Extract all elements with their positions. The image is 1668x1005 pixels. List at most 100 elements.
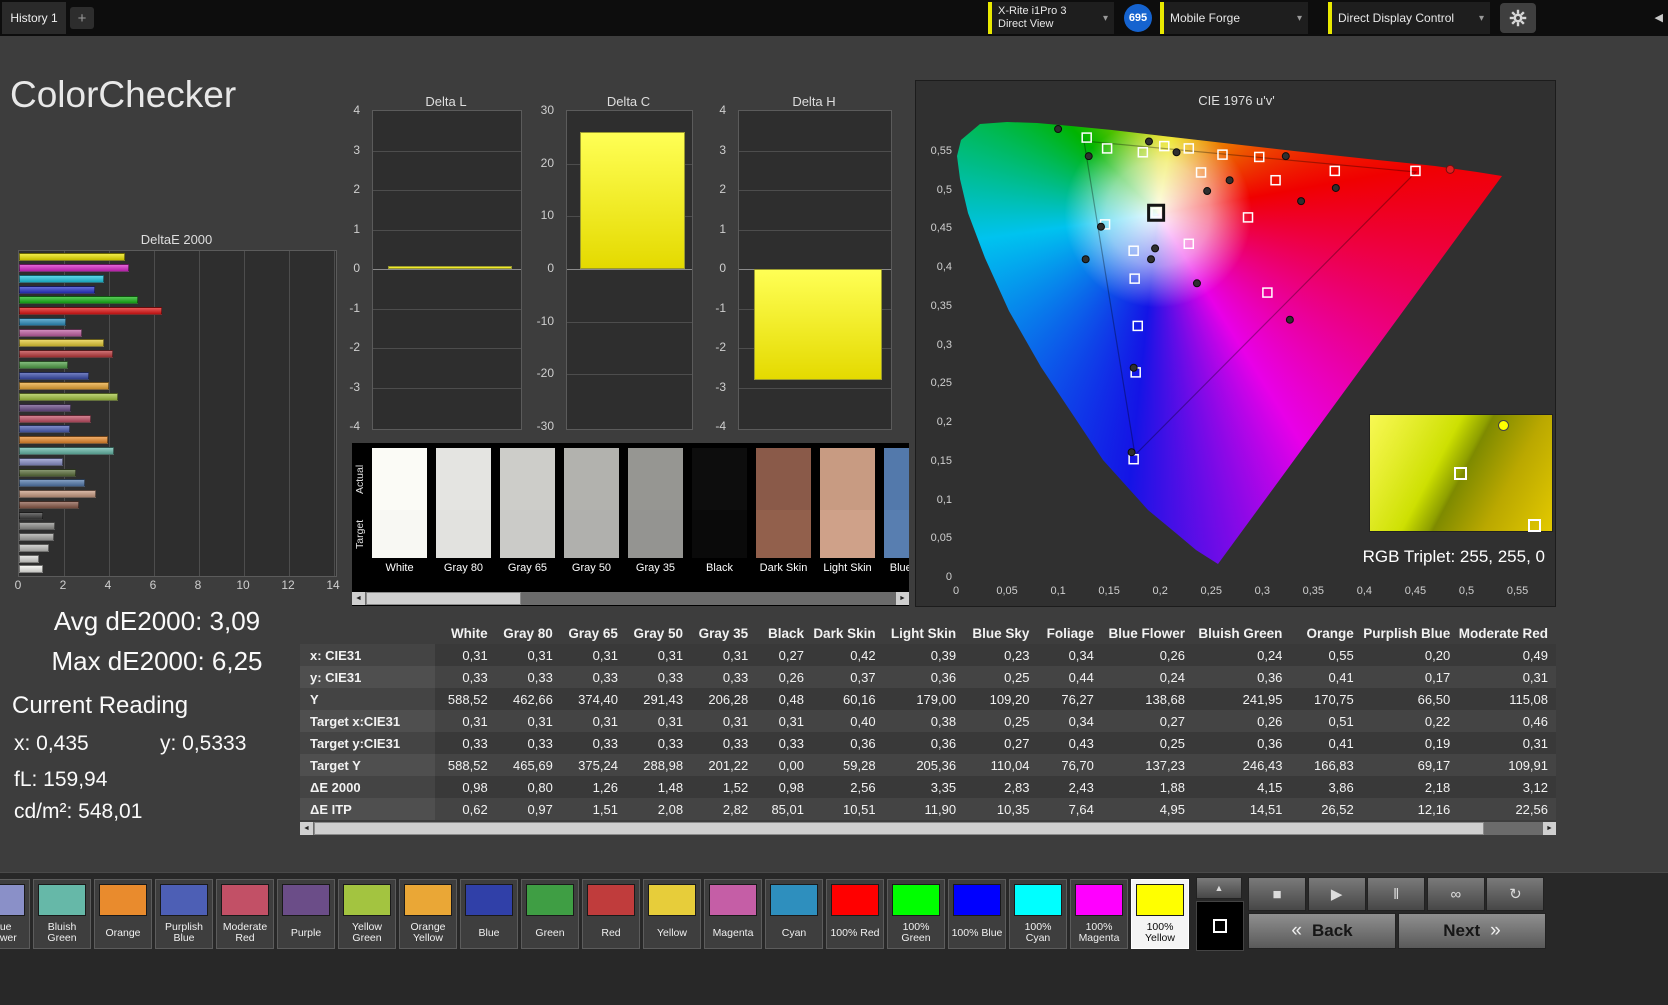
patch-button-100-magenta[interactable]: 100% Magenta <box>1070 879 1128 949</box>
patch-button-yellow-green[interactable]: Yellow Green <box>338 879 396 949</box>
table-cell: 0,25 <box>1004 713 1030 729</box>
table-cell: 0,62 <box>462 801 488 817</box>
table-cell: 0,98 <box>778 779 804 795</box>
gridline <box>199 251 200 576</box>
patch-button-blue-flower[interactable]: Blue Flower <box>0 879 30 949</box>
pattern-preview-tile[interactable] <box>1196 901 1244 951</box>
swatch-name: Gray 65 <box>507 562 548 574</box>
table-cell: 0,31 <box>1522 669 1548 685</box>
selected-marker-outline <box>1147 203 1166 222</box>
patch-button-100-red[interactable]: 100% Red <box>826 879 884 949</box>
table-cell: 588,52 <box>447 691 488 707</box>
table-cell: 138,68 <box>1145 691 1186 707</box>
patch-button-purple[interactable]: Purple <box>277 879 335 949</box>
expand-up-button[interactable]: ▲ <box>1196 877 1242 899</box>
cie-chart-title: CIE 1976 u'v' <box>1198 93 1275 108</box>
table-cell: 110,04 <box>990 757 1030 773</box>
stop-button[interactable]: ■ <box>1248 877 1306 911</box>
y-tick-label: 0 <box>945 571 952 583</box>
table-cell: 0,80 <box>527 779 553 795</box>
patch-button-red[interactable]: Red <box>582 879 640 949</box>
table-cell: 0,23 <box>1004 647 1030 663</box>
target-swatch-light-skin <box>820 510 875 558</box>
repeat-button[interactable]: ↻ <box>1486 877 1545 911</box>
de-bar-orange-yellow <box>19 382 109 391</box>
table-scrollbar[interactable]: ◄ ► <box>300 822 1556 835</box>
swatch-scroll-thumb[interactable] <box>366 592 521 605</box>
patch-color-chip <box>892 884 940 916</box>
table-cell: 0,33 <box>527 669 553 685</box>
table-cell: 0,31 <box>657 647 684 663</box>
y-tick-label: 0,35 <box>930 299 952 312</box>
source-dropdown[interactable]: Mobile Forge ▾ <box>1164 2 1308 34</box>
gridline <box>154 251 155 576</box>
patch-button-100-blue[interactable]: 100% Blue <box>948 879 1006 949</box>
chevron-down-icon: ▾ <box>1478 12 1484 24</box>
patch-button-purplish-blue[interactable]: Purplish Blue <box>155 879 213 949</box>
patch-button-magenta[interactable]: Magenta <box>704 879 762 949</box>
table-cell: 69,17 <box>1417 757 1451 773</box>
x-tick-label: 0,3 <box>1254 585 1270 597</box>
table-row--e-2000: ΔE 2000 0,98 0,80 1,26 1,48 1,52 0,98 2,56 3,35 2… <box>300 776 1556 798</box>
patch-button-orange[interactable]: Orange <box>94 879 152 949</box>
patch-button-moderate-red[interactable]: Moderate Red <box>216 879 274 949</box>
de-bar-blue-flower <box>19 457 64 466</box>
target-swatch-black <box>692 510 747 558</box>
back-button[interactable]: « Back <box>1248 913 1396 949</box>
y-tick-label: 0,25 <box>930 377 952 390</box>
de-bar-gray-80 <box>19 554 39 563</box>
loop-button[interactable]: ∞ <box>1426 877 1485 911</box>
patch-button-label: Green <box>535 926 565 939</box>
history-tab-label: History 1 <box>10 11 58 25</box>
y-tick-label: -1 <box>715 300 726 315</box>
patch-button-orange-yellow[interactable]: Orange Yellow <box>399 879 457 949</box>
patch-button-blue[interactable]: Blue <box>460 879 518 949</box>
de-bar-yellow-green <box>19 393 118 402</box>
history-tab[interactable]: History 1 <box>2 2 66 34</box>
pause-button[interactable]: ‖ <box>1367 877 1426 911</box>
pattern-toolbar: Blue Flower Bluish Green Orange Purplish Bl… <box>0 872 1668 1005</box>
scroll-left-icon[interactable]: ◄ <box>300 822 313 835</box>
scroll-right-icon[interactable]: ► <box>1543 822 1556 835</box>
meter-dropdown[interactable]: X-Rite i1Pro 3 Direct View ▾ <box>992 2 1114 34</box>
table-cell: 10,51 <box>843 801 876 817</box>
gridline <box>739 229 891 231</box>
delta-h-y-axis: 4 3 2 1 0 -1 -2 -3 -4 <box>688 103 732 433</box>
measured-marker <box>1147 255 1156 264</box>
collapse-panel-icon[interactable]: ◀ <box>1655 11 1663 24</box>
chevron-left-icon: « <box>1291 920 1302 941</box>
gridline <box>373 190 521 191</box>
table-cell: 0,31 <box>527 647 553 663</box>
y-tick-label: 0,45 <box>930 222 952 235</box>
table-cell: 0,19 <box>1424 735 1451 751</box>
patch-button-yellow[interactable]: Yellow <box>643 879 701 949</box>
table-cell: 241,95 <box>1242 691 1283 707</box>
patch-button-100-cyan[interactable]: 100% Cyan <box>1009 879 1067 949</box>
swatch-scrollbar[interactable]: ◄ ► <box>352 592 909 605</box>
table-cell: 137,23 <box>1145 757 1186 773</box>
table-scroll-thumb[interactable] <box>314 822 1484 835</box>
add-tab-button[interactable]: + <box>70 7 94 29</box>
next-button[interactable]: Next » <box>1398 913 1546 949</box>
de-bar-purplish-blue <box>19 425 71 434</box>
y-tick-label: -20 <box>536 366 554 381</box>
patch-button-label: Yellow Green <box>352 921 382 944</box>
patch-button-100-yellow[interactable]: 100% Yellow <box>1131 879 1189 949</box>
settings-button[interactable] <box>1500 3 1536 33</box>
patch-color-chip <box>0 884 25 916</box>
table-cell: 205,36 <box>916 757 957 773</box>
table-cell: 59,28 <box>843 757 876 773</box>
display-control-dropdown[interactable]: Direct Display Control ▾ <box>1332 2 1490 34</box>
patch-button-100-green[interactable]: 100% Green <box>887 879 945 949</box>
y-tick-label: 0,4 <box>936 261 952 273</box>
play-button[interactable]: ▶ <box>1307 877 1366 911</box>
patch-button-green[interactable]: Green <box>521 879 579 949</box>
patch-button-bluish-green[interactable]: Bluish Green <box>33 879 91 949</box>
patch-button-cyan[interactable]: Cyan <box>765 879 823 949</box>
measured-marker <box>1054 125 1063 134</box>
scroll-left-icon[interactable]: ◄ <box>352 592 365 605</box>
x-tick-label: 0,05 <box>996 585 1018 597</box>
x-tick-label: 0,45 <box>1404 585 1427 597</box>
reading-count-badge[interactable]: 695 <box>1124 4 1152 32</box>
scroll-right-icon[interactable]: ► <box>896 592 909 605</box>
